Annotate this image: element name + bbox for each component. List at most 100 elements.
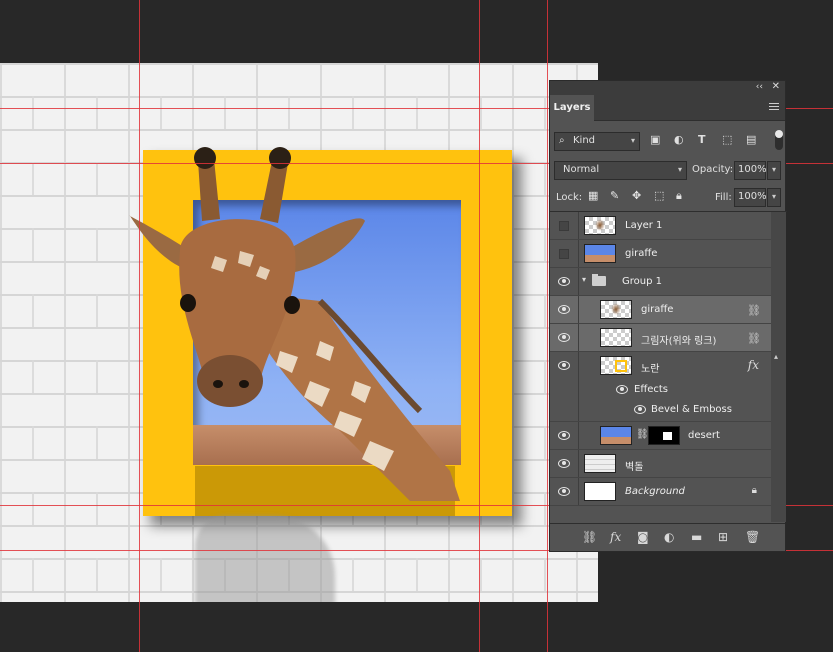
lock-position-icon[interactable]: ✥ — [632, 189, 641, 202]
divider — [578, 324, 579, 351]
blend-mode-select[interactable]: Normal ▾ — [554, 161, 687, 180]
layer-row[interactable]: ⛓ desert — [550, 422, 771, 450]
layer-mask-thumbnail[interactable] — [648, 426, 680, 445]
eye-icon[interactable] — [558, 361, 570, 370]
new-layer-icon[interactable]: ⊞ — [718, 530, 728, 544]
layer-name: Background — [625, 486, 685, 497]
lock-brush-icon[interactable]: ✎ — [610, 189, 619, 202]
folder-icon — [592, 274, 606, 286]
lock-transparent-icon[interactable]: ▦ — [588, 189, 598, 202]
layer-list: Layer 1 giraffe ▾ Group 1 giraffe ⛓ 그림자(… — [550, 212, 771, 506]
link-icon[interactable]: ⛓ — [747, 332, 761, 345]
link-layers-icon[interactable]: ⛓ — [582, 530, 597, 544]
fx-icon[interactable]: fx — [610, 530, 621, 544]
layer-thumbnail — [600, 356, 632, 375]
layer-name: giraffe — [641, 304, 674, 315]
eye-icon[interactable] — [558, 459, 570, 468]
mask-link-icon[interactable]: ⛓ — [636, 429, 649, 440]
layer-name: desert — [688, 430, 720, 441]
shape-filter-icon[interactable]: ⬚ — [722, 133, 732, 146]
giraffe-image — [128, 147, 460, 501]
chevron-down-icon: ▾ — [630, 136, 635, 145]
smart-object-filter-icon[interactable]: ▤ — [746, 133, 756, 146]
fill-field[interactable]: 100% — [734, 188, 767, 207]
lock-all-icon[interactable]: 🔒︎ — [676, 189, 682, 203]
eye-icon[interactable] — [558, 431, 570, 440]
layer-row[interactable]: 벽돌 — [550, 450, 771, 478]
panel-title-bar: ‹‹ ✕ — [550, 81, 785, 95]
layer-name: Layer 1 — [625, 220, 663, 231]
eye-icon[interactable] — [558, 487, 570, 496]
new-group-icon[interactable]: ▬ — [691, 530, 702, 544]
collapse-icon[interactable]: ‹‹ — [756, 82, 763, 92]
layer-name: giraffe — [625, 248, 658, 259]
right-ear — [285, 218, 365, 273]
opacity-dropdown[interactable]: ▾ — [767, 161, 781, 180]
layer-row[interactable]: Background 🔒︎ — [550, 478, 771, 506]
layer-thumbnail — [584, 454, 616, 473]
chevron-down-icon: ▾ — [771, 192, 776, 201]
tab-layers[interactable]: Layers — [550, 95, 594, 121]
layer-thumbnail — [584, 244, 616, 263]
layer-row[interactable]: 그림자(위와 링크) ⛓ — [550, 324, 771, 352]
chevron-down-icon[interactable]: ▾ — [582, 275, 586, 284]
eye-icon[interactable] — [558, 333, 570, 342]
eye-icon[interactable] — [558, 305, 570, 314]
adjustment-filter-icon[interactable]: ◐ — [674, 133, 684, 146]
layer-row[interactable]: Layer 1 — [550, 212, 771, 240]
panel-menu-icon[interactable] — [769, 103, 779, 112]
lock-icon: 🔒︎ — [751, 485, 757, 496]
scroll-up-icon[interactable]: ▴ — [774, 352, 778, 361]
layer-row[interactable]: giraffe — [550, 240, 771, 268]
eye-icon[interactable] — [634, 405, 646, 414]
fx-icon[interactable]: fx — [748, 358, 759, 372]
adjustment-layer-icon[interactable]: ◐ — [664, 530, 674, 544]
lock-label: Lock: — [556, 192, 583, 203]
divider — [578, 268, 579, 295]
search-icon: ⌕ — [559, 135, 565, 146]
divider — [578, 380, 579, 400]
close-icon[interactable]: ✕ — [772, 81, 780, 92]
add-mask-icon[interactable]: ◙ — [637, 530, 649, 544]
layer-name: 그림자(위와 링크) — [641, 336, 717, 347]
effects-row[interactable]: Effects — [550, 380, 771, 400]
divider — [578, 296, 579, 323]
guide-vertical[interactable] — [139, 0, 140, 652]
layers-scrollbar[interactable]: ▴ — [771, 212, 786, 522]
visibility-toggle-off[interactable] — [559, 221, 569, 231]
fill-label: Fill: — [715, 192, 732, 203]
layer-thumbnail — [584, 216, 616, 235]
filter-kind-label: Kind — [573, 135, 596, 146]
layer-name: 노란 — [641, 364, 660, 375]
layer-row[interactable]: 노란 fx — [550, 352, 771, 380]
layer-name: 벽돌 — [625, 462, 644, 473]
filter-kind-select[interactable]: ⌕ Kind ▾ — [554, 132, 640, 151]
link-icon[interactable]: ⛓ — [747, 304, 761, 317]
chevron-down-icon: ▾ — [771, 165, 776, 174]
divider — [578, 422, 579, 449]
guide-vertical[interactable] — [479, 0, 480, 652]
eye-icon[interactable] — [616, 385, 628, 394]
visibility-toggle-off[interactable] — [559, 249, 569, 259]
effect-row[interactable]: Bevel & Emboss — [550, 400, 771, 422]
chevron-down-icon: ▾ — [677, 165, 682, 174]
pixel-filter-icon[interactable]: ▣ — [650, 133, 660, 146]
guide-vertical[interactable] — [547, 0, 548, 652]
eye-icon[interactable] — [558, 277, 570, 286]
trash-icon[interactable]: 🗑︎ — [745, 530, 760, 544]
layer-row[interactable]: giraffe ⛓ — [550, 296, 771, 324]
document-canvas[interactable] — [0, 63, 598, 602]
layer-thumbnail — [600, 328, 632, 347]
filter-toggle[interactable] — [775, 130, 783, 150]
panel-tab-row: Layers — [550, 95, 785, 121]
opacity-field[interactable]: 100% — [734, 161, 767, 180]
layer-name: Group 1 — [622, 276, 662, 287]
blend-mode-value: Normal — [563, 164, 600, 175]
effects-label: Effects — [634, 384, 668, 395]
type-filter-icon[interactable]: T — [698, 133, 706, 146]
lock-artboard-icon[interactable]: ⬚ — [654, 189, 664, 202]
effect-name: Bevel & Emboss — [651, 404, 732, 415]
fill-dropdown[interactable]: ▾ — [767, 188, 781, 207]
layers-panel: ‹‹ ✕ Layers ⌕ Kind ▾ ▣ ◐ T ⬚ ▤ Normal ▾ … — [549, 80, 787, 552]
group-row[interactable]: ▾ Group 1 — [550, 268, 771, 296]
